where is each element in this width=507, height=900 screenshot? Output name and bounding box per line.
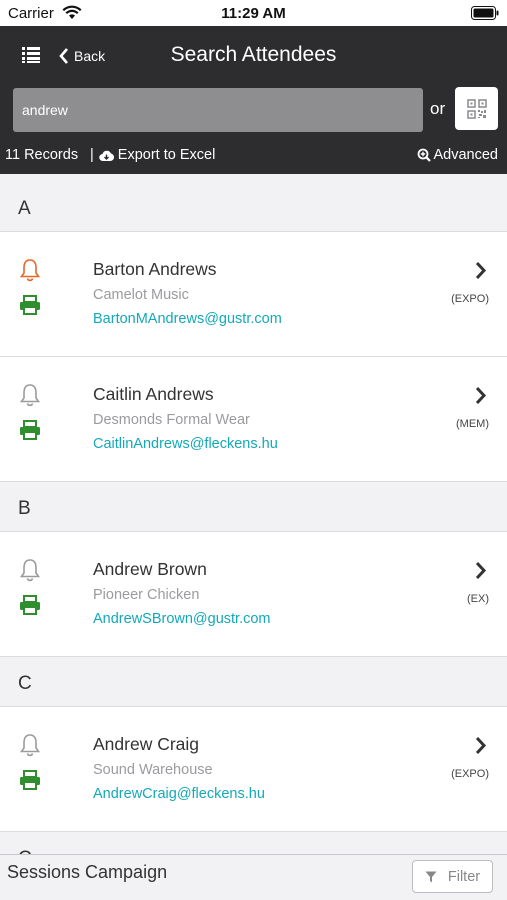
- section-header: B: [0, 482, 507, 532]
- section-header: C: [0, 832, 507, 854]
- navigation-bar: Back Search Attendees: [0, 26, 507, 86]
- attendee-name: Andrew Brown: [93, 559, 207, 579]
- filter-icon: [425, 871, 437, 882]
- advanced-label: Advanced: [433, 147, 499, 163]
- attendee-name: Caitlin Andrews: [93, 384, 214, 404]
- separator: |: [90, 147, 94, 163]
- attendee-name: Andrew Craig: [93, 734, 200, 754]
- section-letter: A: [18, 198, 31, 219]
- export-label: Export to Excel: [117, 147, 216, 163]
- printer-icon[interactable]: [19, 295, 41, 315]
- status-bar: Carrier 11:29 AM: [0, 0, 507, 26]
- cloud-download-icon: [99, 150, 114, 161]
- qr-scan-button[interactable]: [455, 87, 498, 130]
- bell-icon[interactable]: [19, 733, 41, 757]
- chevron-right-icon: [475, 736, 487, 755]
- attendee-list[interactable]: A Barton Andrews Camelot Music BartonMAn…: [0, 174, 507, 854]
- section-letter: C: [18, 673, 32, 694]
- page-title: Search Attendees: [170, 43, 337, 66]
- campaign-label: Sessions Campaign: [7, 862, 168, 882]
- chevron-right-icon: [475, 561, 487, 580]
- printer-icon[interactable]: [19, 770, 41, 790]
- attendee-type: (EXPO): [451, 293, 489, 305]
- attendee-type: (EX): [467, 593, 489, 605]
- attendee-type: (MEM): [456, 418, 489, 430]
- bell-icon[interactable]: [19, 258, 41, 282]
- chevron-right-icon: [475, 386, 487, 405]
- attendee-company: Desmonds Formal Wear: [93, 412, 250, 428]
- bell-icon[interactable]: [19, 383, 41, 407]
- records-count: 11 Records: [5, 147, 79, 163]
- printer-icon[interactable]: [19, 420, 41, 440]
- attendee-company: Sound Warehouse: [93, 762, 213, 778]
- chevron-right-icon: [475, 261, 487, 280]
- or-label: or: [430, 99, 446, 118]
- search-area: or: [0, 86, 507, 136]
- attendee-email[interactable]: AndrewSBrown@gustr.com: [93, 611, 271, 627]
- attendee-email[interactable]: BartonMAndrews@gustr.com: [93, 311, 282, 327]
- section-letter: B: [18, 498, 31, 519]
- advanced-search-link[interactable]: Advanced: [417, 147, 499, 163]
- qr-code-icon: [466, 98, 487, 119]
- search-plus-icon: [417, 148, 431, 162]
- attendee-row[interactable]: Andrew Craig Sound Warehouse AndrewCraig…: [0, 707, 507, 832]
- bottom-bar: Sessions Campaign Filter: [0, 854, 507, 900]
- attendee-row[interactable]: Barton Andrews Camelot Music BartonMAndr…: [0, 232, 507, 357]
- attendee-email[interactable]: AndrewCraig@fleckens.hu: [93, 786, 265, 802]
- filter-label: Filter: [447, 868, 481, 885]
- attendee-company: Camelot Music: [93, 287, 189, 303]
- attendee-row[interactable]: Andrew Brown Pioneer Chicken AndrewSBrow…: [0, 532, 507, 657]
- section-header: C: [0, 657, 507, 707]
- attendee-type: (EXPO): [451, 768, 489, 780]
- section-header: A: [0, 174, 507, 232]
- attendee-row[interactable]: Caitlin Andrews Desmonds Formal Wear Cai…: [0, 357, 507, 482]
- bell-icon[interactable]: [19, 558, 41, 582]
- clock: 11:29 AM: [221, 5, 286, 22]
- search-input[interactable]: [13, 88, 423, 132]
- filter-button[interactable]: Filter: [412, 860, 493, 893]
- export-to-excel-link[interactable]: | Export to Excel: [90, 147, 215, 163]
- attendee-company: Pioneer Chicken: [93, 587, 200, 603]
- printer-icon[interactable]: [19, 595, 41, 615]
- attendee-name: Barton Andrews: [93, 259, 217, 279]
- attendee-email[interactable]: CaitlinAndrews@fleckens.hu: [93, 436, 278, 452]
- records-bar: 11 Records | Export to Excel Advanced: [0, 136, 507, 174]
- battery-icon: [471, 6, 499, 20]
